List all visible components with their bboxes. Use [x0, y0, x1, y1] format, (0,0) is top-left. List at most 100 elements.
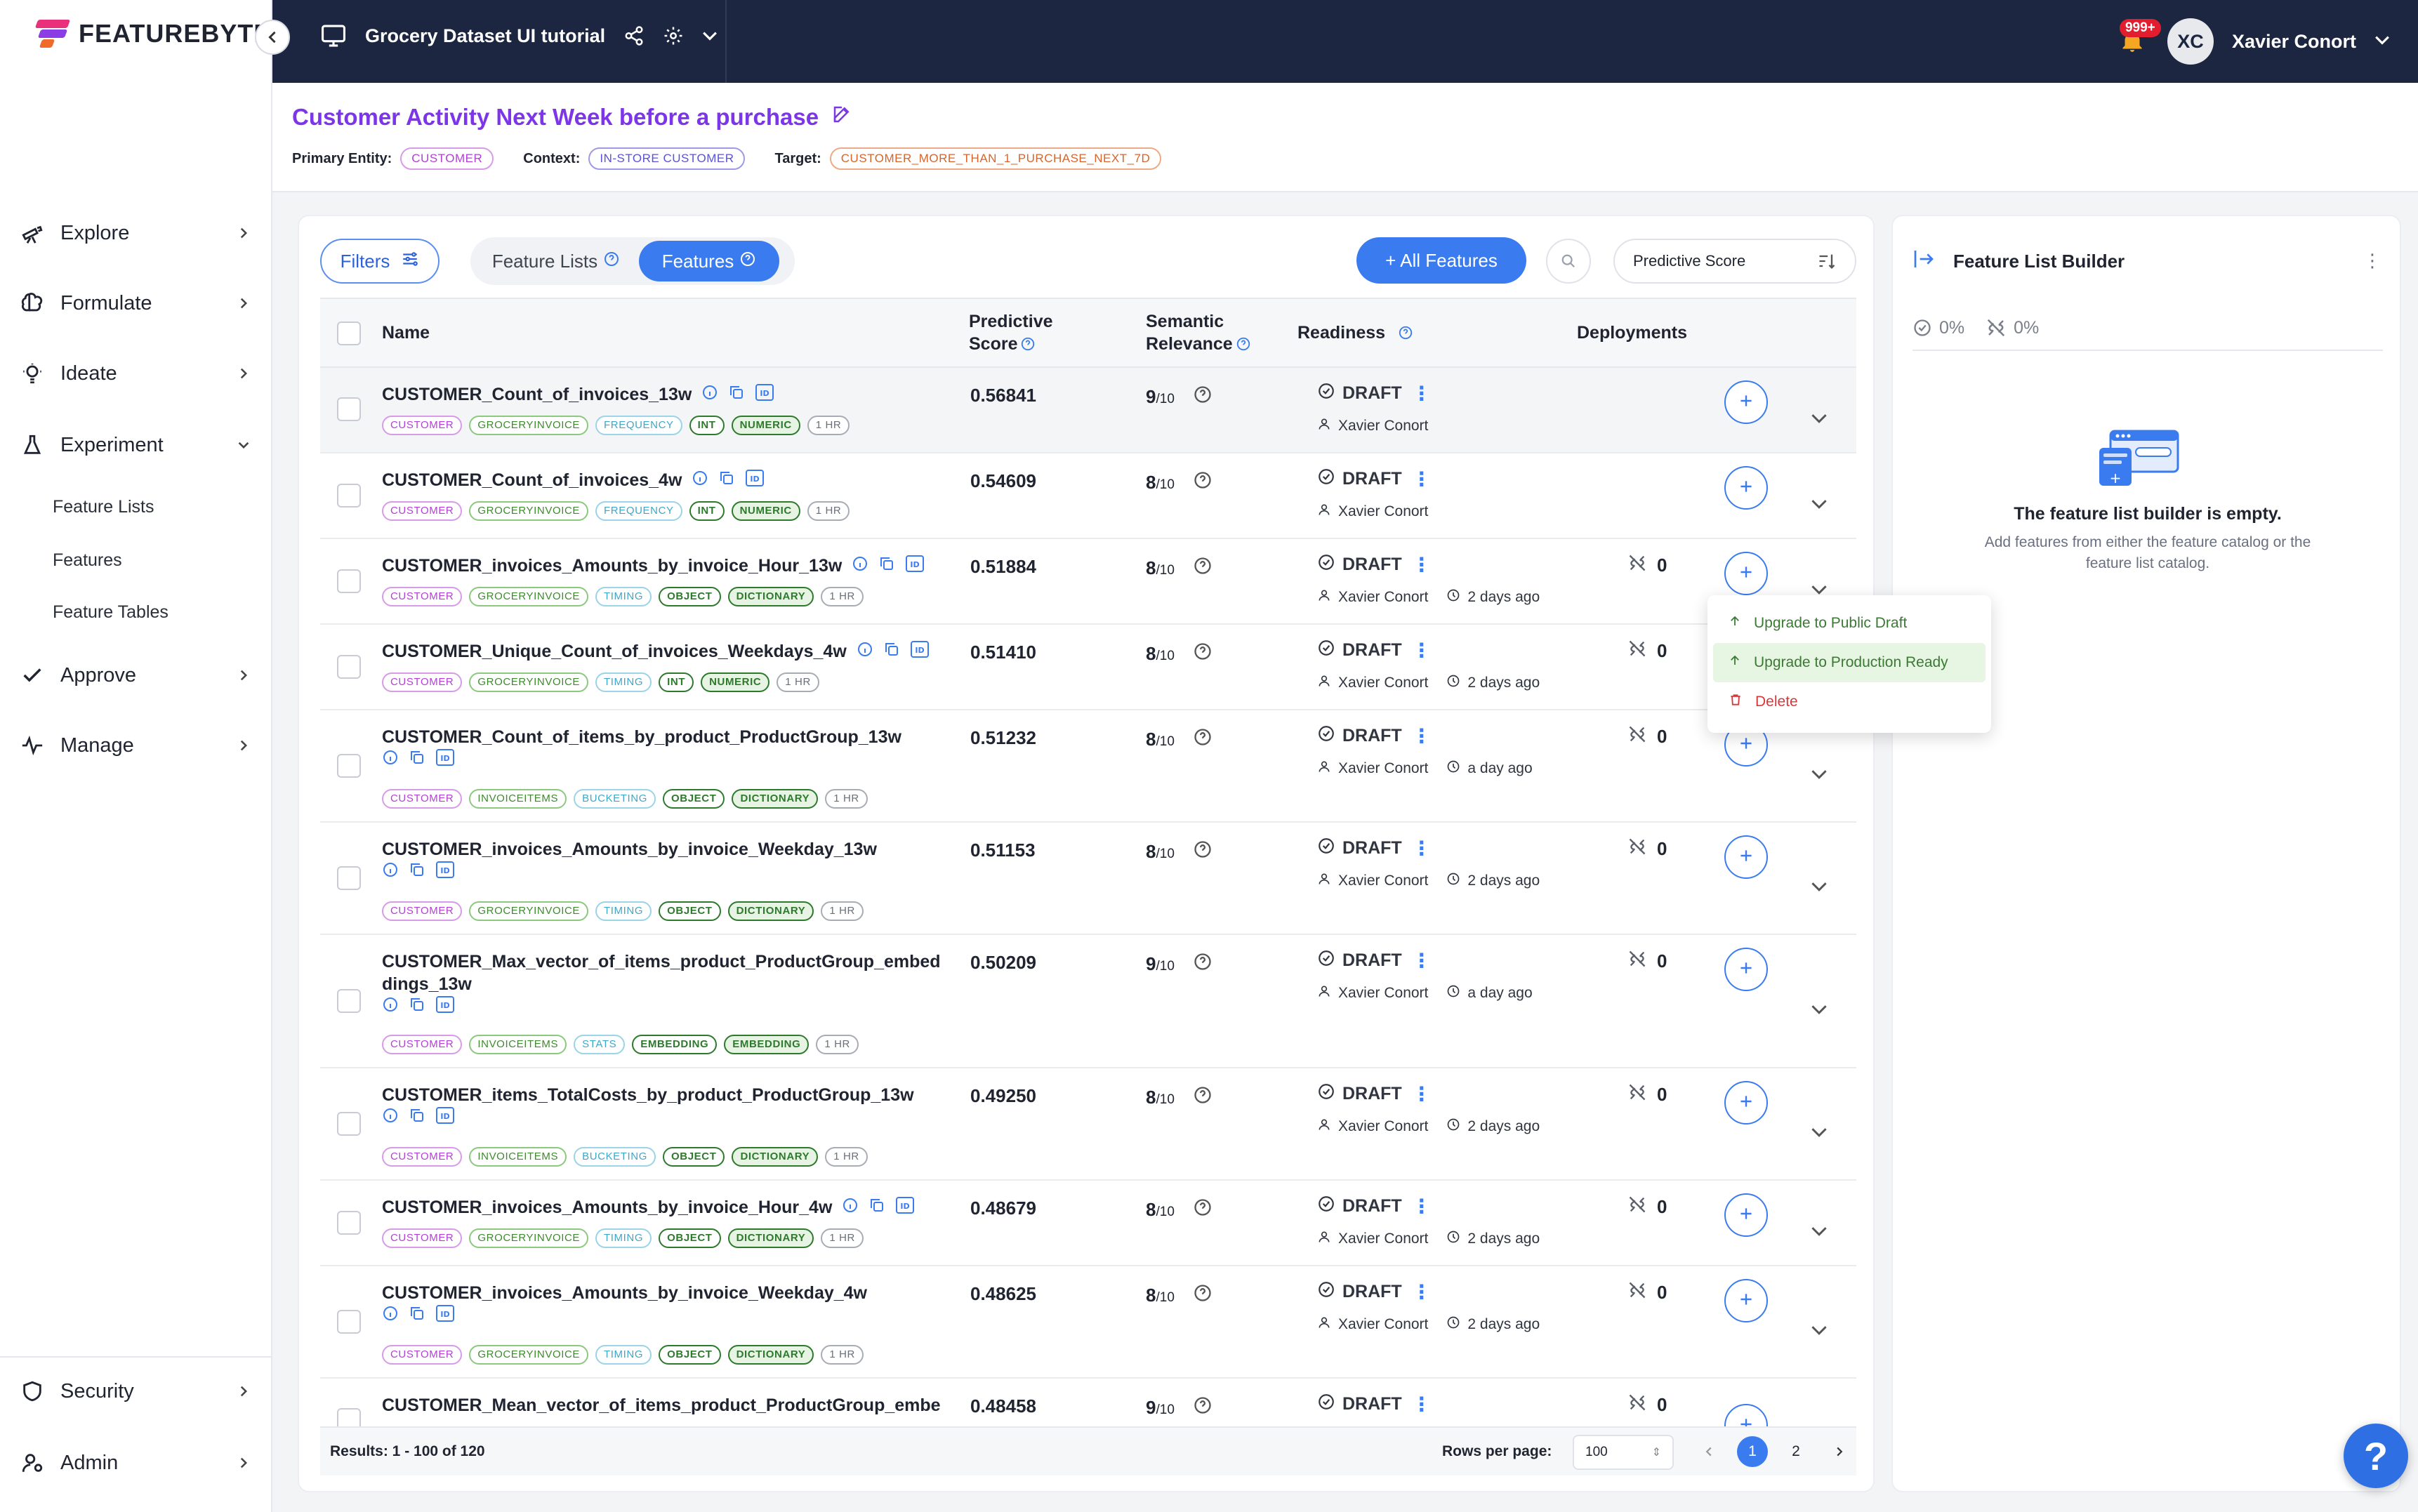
feature-name[interactable]: CUSTOMER_Count_of_invoices_4w — [382, 470, 682, 490]
feature-tag[interactable]: 1 HR — [807, 416, 850, 435]
table-row[interactable]: CUSTOMER_Count_of_items_by_product_Produ… — [320, 710, 1856, 823]
feature-tag[interactable]: TIMING — [595, 672, 652, 692]
feature-tag[interactable]: FREQUENCY — [595, 501, 682, 521]
feature-tag[interactable]: NUMERIC — [731, 416, 800, 435]
feature-tag[interactable]: TIMING — [595, 1228, 652, 1248]
feature-tag[interactable]: OBJECT — [659, 1228, 721, 1248]
feature-tag[interactable]: DICTIONARY — [727, 901, 814, 921]
info-icon[interactable] — [382, 749, 399, 771]
help-circle-icon[interactable] — [1193, 1283, 1213, 1308]
row-checkbox[interactable] — [337, 1211, 361, 1235]
info-icon[interactable] — [857, 641, 873, 663]
row-checkbox[interactable] — [337, 754, 361, 778]
add-to-list-button[interactable] — [1724, 948, 1768, 991]
select-all-checkbox[interactable] — [337, 321, 361, 345]
next-page-button[interactable] — [1824, 1436, 1855, 1467]
edit-icon[interactable] — [831, 104, 852, 131]
feature-tag[interactable]: GROCERYINVOICE — [469, 901, 589, 921]
feature-tag[interactable]: OBJECT — [659, 587, 721, 606]
row-checkbox[interactable] — [337, 655, 361, 679]
feature-tag[interactable]: INVOICEITEMS — [469, 789, 567, 809]
context-tag[interactable]: IN-STORE CUSTOMER — [588, 147, 746, 170]
page-2-button[interactable]: 2 — [1781, 1436, 1811, 1467]
feature-tag[interactable]: CUSTOMER — [382, 416, 463, 435]
sidebar-item-explore[interactable]: Explore — [20, 212, 251, 254]
feature-name[interactable]: CUSTOMER_invoices_Amounts_by_invoice_Hou… — [382, 556, 842, 576]
feature-tag[interactable]: CUSTOMER — [382, 587, 463, 606]
rows-per-page-select[interactable]: 100 ⇕ — [1573, 1435, 1674, 1470]
help-circle-icon[interactable] — [1193, 642, 1213, 666]
feature-tag[interactable]: STATS — [574, 1035, 626, 1054]
row-checkbox[interactable] — [337, 569, 361, 593]
table-row[interactable]: CUSTOMER_invoices_Amounts_by_invoice_Wee… — [320, 823, 1856, 935]
readiness-menu-button[interactable]: ⋮ — [1412, 1393, 1432, 1416]
feature-name[interactable]: CUSTOMER_invoices_Amounts_by_invoice_Hou… — [382, 1198, 832, 1217]
menu-upgrade-public-draft[interactable]: Upgrade to Public Draft — [1713, 604, 1986, 643]
feature-tag[interactable]: GROCERYINVOICE — [469, 587, 589, 606]
feature-tag[interactable]: INT — [659, 672, 694, 692]
row-checkbox[interactable] — [337, 989, 361, 1013]
id-icon[interactable]: ID — [755, 383, 774, 407]
help-circle-icon[interactable] — [1193, 1198, 1213, 1222]
all-features-button[interactable]: + All Features — [1356, 237, 1526, 284]
feature-tag[interactable]: DICTIONARY — [727, 1345, 814, 1365]
notifications-button[interactable]: 999+ — [2115, 19, 2161, 58]
id-icon[interactable]: ID — [435, 1304, 455, 1328]
help-circle-icon[interactable] — [1193, 470, 1213, 495]
expand-row-button[interactable] — [1807, 493, 1831, 517]
table-row[interactable]: CUSTOMER_invoices_Amounts_by_invoice_Wee… — [320, 1266, 1856, 1379]
row-checkbox[interactable] — [337, 866, 361, 890]
chevron-down-icon[interactable] — [702, 28, 718, 44]
help-button[interactable]: ? — [2344, 1424, 2408, 1488]
table-row[interactable]: CUSTOMER_Count_of_invoices_4w ID CUSTOMER G… — [320, 453, 1856, 539]
feature-tag[interactable]: TIMING — [595, 587, 652, 606]
sidebar-item-experiment[interactable]: Experiment — [20, 424, 251, 466]
id-icon[interactable]: ID — [435, 1106, 455, 1130]
feature-tag[interactable]: CUSTOMER — [382, 1345, 463, 1365]
expand-row-button[interactable] — [1807, 1122, 1831, 1146]
feature-tag[interactable]: INT — [689, 416, 725, 435]
collapse-sidebar-button[interactable] — [255, 20, 290, 55]
feature-tag[interactable]: OBJECT — [659, 1345, 721, 1365]
feature-tag[interactable]: DICTIONARY — [727, 587, 814, 606]
table-row[interactable]: CUSTOMER_invoices_Amounts_by_invoice_Hou… — [320, 1181, 1856, 1266]
copy-icon[interactable] — [409, 996, 425, 1019]
feature-tag[interactable]: GROCERYINVOICE — [469, 1345, 589, 1365]
feature-name[interactable]: CUSTOMER_Unique_Count_of_invoices_Weekda… — [382, 642, 847, 661]
id-icon[interactable]: ID — [895, 1196, 915, 1220]
tab-feature-lists[interactable]: Feature Lists — [473, 241, 639, 281]
add-to-list-button[interactable] — [1724, 1279, 1768, 1322]
feature-name[interactable]: CUSTOMER_Count_of_invoices_13w — [382, 385, 692, 404]
sort-select[interactable]: Predictive Score — [1613, 239, 1856, 284]
help-circle-icon[interactable] — [1193, 727, 1213, 752]
feature-tag[interactable]: TIMING — [595, 901, 652, 921]
feature-tag[interactable]: 1 HR — [821, 901, 864, 921]
feature-tag[interactable]: 1 HR — [821, 1228, 864, 1248]
gear-icon[interactable] — [663, 25, 684, 46]
feature-tag[interactable]: INVOICEITEMS — [469, 1147, 567, 1167]
info-icon[interactable] — [382, 996, 399, 1019]
id-icon[interactable]: ID — [910, 640, 930, 664]
expand-row-button[interactable] — [1807, 408, 1831, 432]
panel-expand-icon[interactable] — [1912, 248, 1935, 274]
feature-tag[interactable]: EMBEDDING — [724, 1035, 810, 1054]
add-to-list-button[interactable] — [1724, 835, 1768, 879]
feature-tag[interactable]: EMBEDDING — [632, 1035, 718, 1054]
feature-tag[interactable]: CUSTOMER — [382, 901, 463, 921]
readiness-menu-button[interactable]: ⋮ — [1412, 1280, 1432, 1304]
id-icon[interactable]: ID — [435, 748, 455, 772]
chevron-down-icon[interactable] — [2374, 32, 2390, 51]
primary-entity-tag[interactable]: CUSTOMER — [400, 147, 494, 170]
user-name[interactable]: Xavier Conort — [2232, 31, 2356, 53]
feature-tag[interactable]: CUSTOMER — [382, 1228, 463, 1248]
feature-tag[interactable]: DICTIONARY — [732, 789, 819, 809]
feature-tag[interactable]: OBJECT — [663, 789, 725, 809]
info-icon[interactable] — [701, 384, 718, 406]
feature-tag[interactable]: NUMERIC — [731, 501, 800, 521]
row-checkbox[interactable] — [337, 1310, 361, 1334]
info-icon[interactable] — [382, 1107, 399, 1129]
readiness-menu-button[interactable]: ⋮ — [1412, 639, 1432, 662]
feature-name[interactable]: CUSTOMER_Max_vector_of_items_product_Pro… — [382, 952, 941, 994]
readiness-menu-button[interactable]: ⋮ — [1412, 467, 1432, 491]
help-circle-icon[interactable] — [1193, 1085, 1213, 1110]
